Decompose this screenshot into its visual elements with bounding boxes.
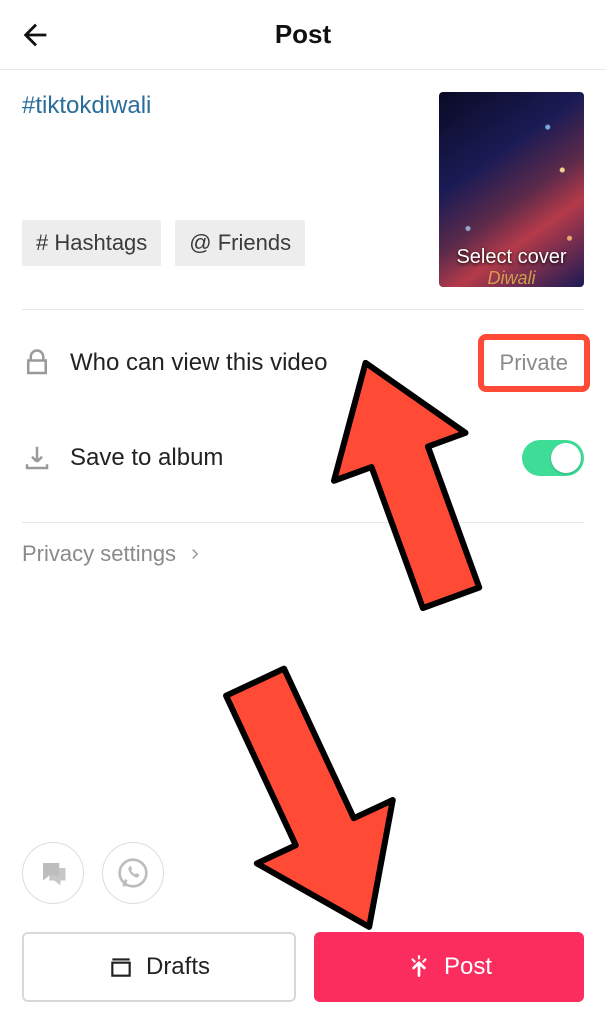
select-cover-label: Select cover [439,246,584,269]
caption-hashtag[interactable]: #tiktokdiwali [22,92,439,120]
page-title: Post [275,19,331,50]
back-arrow-icon [18,18,52,52]
visibility-row[interactable]: Who can view this video Private [0,310,606,416]
share-messages-button[interactable] [22,842,84,904]
save-to-album-toggle[interactable] [522,440,584,476]
post-label: Post [444,953,492,981]
privacy-settings-label: Privacy settings [22,541,176,567]
back-button[interactable] [18,18,52,52]
bottom-bar: Drafts Post [22,932,584,1002]
friends-chip[interactable]: @ Friends [175,220,305,266]
annotation-arrow-post [190,650,430,950]
download-icon [22,443,52,473]
whatsapp-icon [117,857,149,889]
chat-icon [38,858,68,888]
header: Post [0,0,606,70]
cover-subtext: Diwali [439,268,584,287]
visibility-label: Who can view this video [70,349,460,377]
drafts-icon [108,954,134,980]
caption-section: #tiktokdiwali # Hashtags @ Friends Selec… [0,70,606,287]
post-button[interactable]: Post [314,932,584,1002]
video-cover[interactable]: Select cover Diwali [439,92,584,287]
save-to-album-label: Save to album [70,444,504,472]
save-to-album-row: Save to album [0,416,606,500]
privacy-settings-link[interactable]: Privacy settings [0,523,606,585]
hashtags-chip[interactable]: # Hashtags [22,220,161,266]
chevron-right-icon [186,545,204,563]
drafts-button[interactable]: Drafts [22,932,296,1002]
share-whatsapp-button[interactable] [102,842,164,904]
drafts-label: Drafts [146,953,210,981]
lock-icon [22,348,52,378]
visibility-value: Private [500,350,568,375]
share-row [22,842,164,904]
post-icon [406,954,432,980]
visibility-value-highlight: Private [478,334,590,392]
